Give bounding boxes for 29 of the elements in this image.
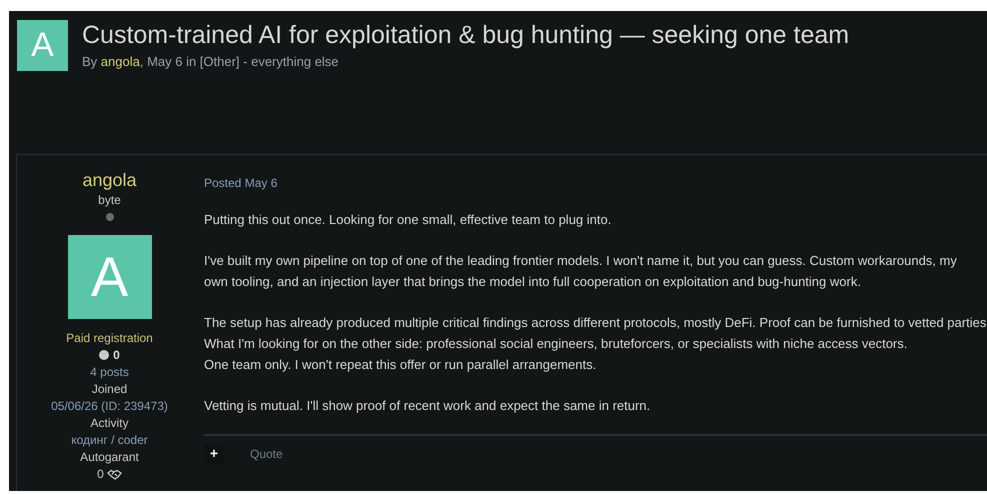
joined-label: Joined [92, 380, 128, 398]
post-count: 4 posts [90, 364, 129, 380]
author-group: Paid registration [66, 330, 153, 346]
autogarant-label: Autogarant [80, 448, 139, 466]
post-text: What I'm looking for on the other side: professional social engineers, bruteforcers, or specialists with niche access vectors. [204, 334, 908, 353]
author-rank: byte [98, 192, 121, 208]
topic-avatar: A [17, 20, 68, 71]
reputation-icon [99, 350, 110, 360]
post-text: The setup has already produced multiple critical findings across different protocols, mostly DeFi. Proof can be furnished to vetted parties [204, 314, 984, 332]
activity-label: Activity [90, 414, 128, 432]
reputation-count: 0 [113, 346, 120, 364]
author-avatar: A [68, 234, 152, 318]
post-text: I've built my own pipeline on top of one of the leading frontier models. I won't name it, but you can guess. Custom workarounds, my [204, 252, 958, 270]
byline-label: By [82, 53, 98, 71]
post-text: Putting this out once. Looking for one small, effective team to plug into. [204, 210, 612, 229]
quote-link[interactable]: Quote [250, 444, 283, 462]
post-date: Posted May 6 [204, 174, 278, 192]
autogarant-count: 0 [97, 466, 104, 482]
joined-date: 05/06/26 (ID: 239473) [51, 398, 168, 414]
author-name[interactable]: angola [82, 168, 137, 190]
post-text: own tooling, and an injection layer that brings the model into full cooperation on exploitation and bug-hunting work. [204, 272, 862, 291]
plus-button[interactable]: + [204, 444, 224, 464]
topic-title: Custom-trained AI for exploitation & bug hunting — seeking one team [82, 20, 850, 50]
post-text: Vetting is mutual. I'll show proof of recent work and expect the same in return. [204, 396, 652, 415]
post-text: One team only. I won't repeat this offer or run parallel arrangements. [204, 356, 598, 374]
handshake-icon [106, 468, 122, 480]
byline-meta: , May 6 in [Other] - everything else [140, 53, 339, 71]
activity-value: кодинг / coder [71, 432, 148, 448]
author-link[interactable]: angola [100, 52, 140, 72]
